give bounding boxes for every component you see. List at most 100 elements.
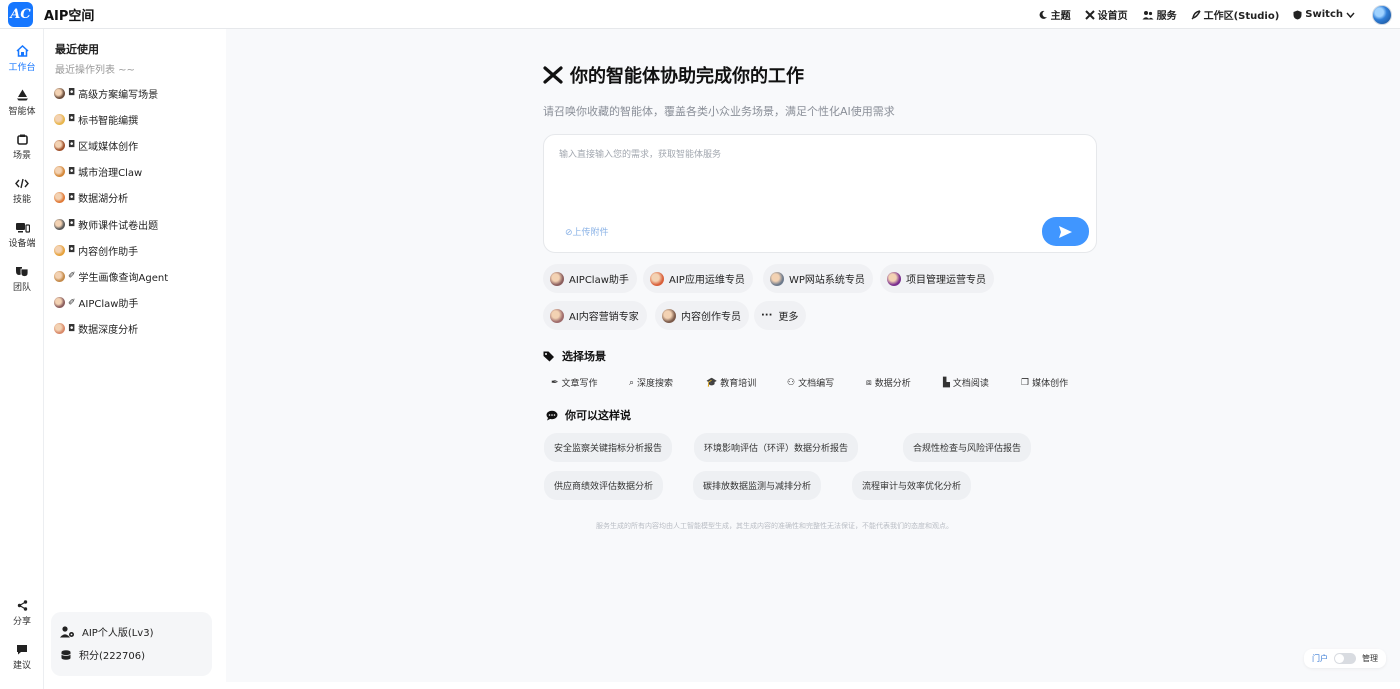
send-icon [1059, 225, 1072, 238]
theme-button[interactable]: 主题 [1038, 7, 1071, 22]
scene-icon: ◘ [68, 323, 76, 334]
rail-item-scenes[interactable]: 场景 [0, 125, 44, 169]
agent-chip[interactable]: AI内容营销专家 [543, 301, 647, 330]
main-content: 你的智能体协助完成你的工作 请召唤你收藏的智能体，覆盖各类小众业务场景，满足个性… [226, 29, 1400, 682]
switch-dropdown[interactable]: Switch [1293, 9, 1358, 20]
agent-chip-label: AIPClaw助手 [569, 275, 629, 286]
recent-item-label: 标书智能编撰 [78, 115, 139, 127]
app-logo[interactable]: AC [8, 1, 33, 27]
rail-item-feedback[interactable]: 建议 [0, 635, 44, 679]
scene-3[interactable]: 🎓 教育培训 [706, 376, 756, 390]
graduation-cap-icon: 🎓 [706, 377, 718, 388]
service-button[interactable]: 服务 [1142, 7, 1177, 22]
account-points[interactable]: 积分(222706) [51, 643, 212, 666]
hero-title: 你的智能体协助完成你的工作 [543, 62, 804, 88]
top-nav: 主题 设首页 服务 工作区(Studio) Switch [1024, 0, 1400, 29]
agent-chip[interactable]: 内容创作专员 [655, 301, 749, 330]
images-icon: ❐ [1021, 377, 1030, 388]
recent-item[interactable]: ◘ 区域媒体创作 [54, 132, 224, 158]
agent-chip[interactable]: AIPClaw助手 [543, 264, 637, 293]
scene-1[interactable]: ✒ 文章写作 [551, 376, 598, 390]
set-home-button[interactable]: 设首页 [1084, 7, 1128, 22]
agent-chip[interactable]: WP网站系统专员 [763, 264, 873, 293]
scene-2[interactable]: ⌕ 深度搜索 [629, 376, 674, 390]
recent-item[interactable]: ◘ 标书智能编撰 [54, 106, 224, 132]
portal-switch[interactable] [1334, 653, 1356, 664]
agent-chip[interactable]: AIP应用运维专员 [643, 264, 753, 293]
account-plan[interactable]: AIP个人版(Lv3) [51, 620, 212, 643]
scene-4[interactable]: ⚇ 文档编写 [787, 376, 835, 390]
scene-6[interactable]: ▙ 文档阅读 [943, 376, 989, 390]
prompt-input[interactable] [559, 147, 1029, 207]
workspace-button[interactable]: 工作区(Studio) [1191, 7, 1279, 22]
rail-item-team[interactable]: 团队 [0, 257, 44, 301]
scene-7[interactable]: ❐ 媒体创作 [1021, 376, 1069, 390]
scene-label: 媒体创作 [1032, 379, 1069, 389]
scene-icon: ◘ [68, 88, 76, 99]
agent-avatar [662, 308, 676, 323]
masks-icon [16, 266, 29, 277]
scene-icon: ◘ [68, 166, 76, 177]
box-icon: ⧈ [866, 377, 872, 388]
prompt-suggestion[interactable]: 环境影响评估（环评）数据分析报告 [694, 433, 859, 462]
recent-item-label: 教师课件试卷出题 [78, 220, 159, 232]
rail-item-skills[interactable]: 技能 [0, 169, 44, 213]
recent-item-label: 数据深度分析 [78, 325, 139, 337]
scene-icon: ◘ [68, 114, 76, 125]
recent-item[interactable]: ◘ 城市治理Claw [54, 159, 224, 185]
sailboat-icon [16, 89, 28, 101]
agent-chip[interactable]: 项目管理运营专员 [880, 264, 994, 293]
rail-item-agents[interactable]: 智能体 [0, 81, 44, 125]
prompt-suggestion[interactable]: 供应商绩效评估数据分析 [544, 471, 664, 500]
account-card: AIP个人版(Lv3) 积分(222706) [51, 612, 212, 676]
agent-chip-label: 更多 [778, 312, 799, 323]
shield-icon [1293, 10, 1302, 19]
upload-attachment-button[interactable]: ⊘上传附件 [565, 225, 609, 238]
scene-label: 深度搜索 [637, 379, 674, 389]
paperclip-icon: ⊘ [565, 228, 573, 238]
prompt-suggestion[interactable]: 合规性检查与风险评估报告 [903, 433, 1032, 462]
agent-chip[interactable]: ··· 更多 [754, 301, 807, 330]
rail-label: 设备端 [8, 238, 36, 249]
rail-label: 建议 [12, 660, 31, 671]
account-points-label: 积分(222706) [79, 651, 145, 662]
recent-item[interactable]: ◘ 内容创作助手 [54, 237, 224, 263]
user-gear-icon [60, 625, 74, 637]
avatar [54, 218, 65, 230]
prompt-suggestion[interactable]: 安全监察关键指标分析报告 [544, 433, 673, 462]
recent-item[interactable]: ◘ 数据湖分析 [54, 185, 224, 211]
recent-item[interactable]: ✐ 学生画像查询Agent [54, 263, 224, 289]
tags-icon [543, 351, 554, 361]
recent-item[interactable]: ◘ 高级方案编写场景 [54, 80, 224, 106]
recent-item-label: AIPClaw助手 [78, 299, 139, 311]
scene-icon: ◘ [68, 219, 76, 230]
scene-5[interactable]: ⧈ 数据分析 [866, 376, 911, 390]
portal-label[interactable]: 门户 [1312, 653, 1328, 664]
rail-label: 工作台 [8, 63, 36, 73]
comment-dots-icon [546, 410, 558, 420]
scene-label: 文章写作 [561, 379, 598, 389]
user-avatar[interactable] [1372, 4, 1392, 25]
prompt-suggestion[interactable]: 流程审计与效率优化分析 [852, 471, 972, 500]
rail-label: 智能体 [8, 107, 36, 117]
recent-item[interactable]: ◘ 数据深度分析 [54, 316, 224, 342]
prompt-suggestion[interactable]: 碳排放数据监测与减排分析 [693, 471, 822, 500]
recent-item[interactable]: ✐ AIPClaw助手 [54, 290, 224, 316]
rail-item-share[interactable]: 分享 [0, 591, 44, 635]
admin-label[interactable]: 管理 [1362, 653, 1378, 664]
send-button[interactable] [1042, 217, 1089, 246]
disclaimer: 服务生成的所有内容均由人工智能模型生成，其生成内容的准确性和完整性无法保证，不能… [596, 522, 953, 530]
rail-item-devices[interactable]: 设备端 [0, 213, 44, 257]
scenes-title-text: 选择场景 [562, 350, 606, 363]
coins-icon [61, 649, 71, 660]
recent-item[interactable]: ◘ 教师课件试卷出题 [54, 211, 224, 237]
scene-icon: ◘ [68, 192, 76, 203]
recent-list: ◘ 高级方案编写场景 ◘ 标书智能编撰 ◘ 区域媒体创作 ◘ 城市治理Claw ◘ 数据湖分析 ◘ 教… [54, 80, 224, 342]
avatar [54, 87, 65, 99]
rail-label: 团队 [12, 282, 31, 293]
app-title[interactable]: AIP空间 [44, 5, 94, 24]
account-plan-label: AIP个人版(Lv3) [82, 628, 154, 639]
rail-item-workbench[interactable]: 工作台 [0, 37, 44, 81]
scene-label: 文档阅读 [952, 379, 989, 389]
scene-label: 文档编写 [798, 379, 835, 389]
